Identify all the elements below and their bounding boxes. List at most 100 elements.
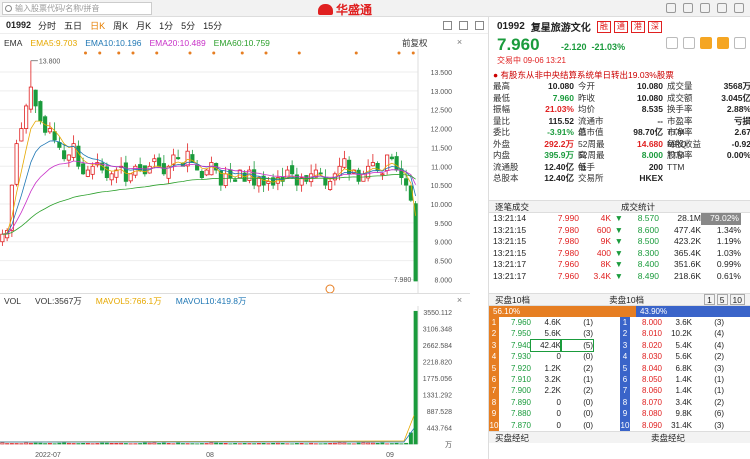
buy-cell: 7 xyxy=(489,385,499,397)
close-indicator-icon[interactable]: × xyxy=(455,38,464,47)
quote-cell: 最高 xyxy=(493,81,511,91)
candle-body xyxy=(81,163,86,175)
sell-level-row: 10 8.090 31.4K (3) xyxy=(620,419,750,431)
volume-bar xyxy=(47,442,52,445)
trade-status: 交易中 09-06 13:21 xyxy=(497,56,566,65)
ema-line xyxy=(2,120,416,235)
buy-levels: 1 7.960 4.6K (1) 2 7.950 5.6K (3) 3 7.940 42.4K (5)… xyxy=(489,317,620,431)
quote-row: 最低 7.960 昨收 10.080 成交额 3.045亿 xyxy=(489,93,750,105)
date-tick: 09 xyxy=(386,452,394,459)
mail-icon[interactable] xyxy=(666,3,676,13)
tick-cell: 8.400 xyxy=(637,259,659,269)
share-icon[interactable] xyxy=(683,37,695,49)
volume-chart[interactable]: 3550.112 3106.348 2662.584 2218.820 1775.056… xyxy=(0,306,488,459)
volume-bar xyxy=(123,443,128,445)
tick-cell: ▼ xyxy=(614,213,623,223)
tab-3[interactable]: 周K xyxy=(113,19,128,32)
quote-cell: 7.960 xyxy=(552,92,574,103)
tick-cell: 400 xyxy=(596,247,611,258)
buy-cell: 10 xyxy=(489,419,499,431)
buy-ratio: 56.10% xyxy=(489,306,636,317)
sell-cell: 8.040 xyxy=(641,363,662,373)
quote-cell: 10.080 xyxy=(548,81,574,91)
level-10-button[interactable]: 10 xyxy=(729,294,745,305)
candlestick-chart[interactable]: 13.500 13.000 12.500 12.000 11.500 11.000 10.5… xyxy=(0,49,470,293)
tab-1[interactable]: 五日 xyxy=(64,19,82,32)
volume-bar xyxy=(280,443,285,445)
tab-ticks[interactable]: 逐笔成交 xyxy=(495,201,529,212)
tab-0[interactable]: 分时 xyxy=(38,19,56,32)
candle-body xyxy=(128,173,133,182)
buy-cell: 7.880 xyxy=(510,409,531,419)
buy-cell: 4 xyxy=(489,351,499,363)
price-tick: 11.000 xyxy=(431,164,452,171)
alert-icon[interactable] xyxy=(666,37,678,49)
tab-6[interactable]: 5分 xyxy=(181,19,195,32)
minimize-icon[interactable] xyxy=(700,3,710,13)
event-icon xyxy=(325,284,335,293)
tick-cell: ▼ xyxy=(614,236,623,246)
buy-cell: (0) xyxy=(583,409,593,419)
settings-icon[interactable] xyxy=(683,3,693,13)
candle-body xyxy=(356,169,361,182)
trade-icon[interactable] xyxy=(700,37,712,49)
event-marker xyxy=(212,51,216,55)
price-change: -2.120 -21.03% xyxy=(561,42,626,52)
event-marker xyxy=(98,51,102,55)
tab-7[interactable]: 15分 xyxy=(203,19,222,32)
buy-level-row: 10 7.870 0 (0) xyxy=(489,419,620,431)
sell-cell: (3) xyxy=(714,420,724,430)
high-label: 13.800 xyxy=(39,59,61,66)
tick-cell: 477.4K xyxy=(674,224,701,235)
layout-icon[interactable] xyxy=(459,20,468,30)
buy-cell: 2.2K xyxy=(544,386,561,396)
tab-2[interactable]: 日K xyxy=(90,19,105,32)
search-input[interactable]: 输入股票代码/名称/拼音 xyxy=(2,2,152,15)
volume-bar xyxy=(109,443,114,445)
vol-label-2: MAVOL5:766.1万 xyxy=(95,295,162,306)
app-logo: 华盛通 xyxy=(318,1,372,17)
candle-body xyxy=(266,180,271,184)
tab-5[interactable]: 1分 xyxy=(159,19,173,32)
volume-bar xyxy=(119,442,124,445)
buy-cell: (2) xyxy=(583,386,593,396)
mavol5-line xyxy=(0,415,415,443)
candle-body xyxy=(318,172,323,175)
buy-cell: 7.940 xyxy=(510,340,531,350)
volume-bar xyxy=(361,442,366,445)
draw-tool-icon[interactable] xyxy=(443,20,452,30)
volume-bar xyxy=(275,442,280,445)
close-icon[interactable] xyxy=(734,3,744,13)
buy-cell: (0) xyxy=(583,420,593,430)
volume-bar xyxy=(28,442,33,445)
volume-bar xyxy=(33,442,38,445)
more-icon[interactable] xyxy=(734,37,746,49)
sell-cell: 8.060 xyxy=(641,386,662,396)
volume-bar xyxy=(223,443,228,445)
event-marker xyxy=(131,51,135,55)
quote-row: 最高 10.080 今开 10.080 成交量 3568万 xyxy=(489,81,750,93)
buy-cell: 7.910 xyxy=(510,374,531,384)
news-ticker[interactable]: ● 有股东从非中央结算系统单日转出19.03%股票 xyxy=(493,69,674,81)
tick-cell: 1.19% xyxy=(716,236,741,246)
maximize-icon[interactable] xyxy=(717,3,727,13)
tick-cell: 8.490 xyxy=(637,270,659,281)
tab-stats[interactable]: 成交统计 xyxy=(621,201,655,212)
quote-cell: 2.88% xyxy=(726,104,750,114)
volume-tick: 3106.348 xyxy=(423,326,452,333)
sell-icon[interactable] xyxy=(717,37,729,49)
adjust-selector[interactable]: 前复权 xyxy=(402,37,428,49)
buy-level-row: 9 7.880 0 (0) xyxy=(489,408,620,420)
volume-bar xyxy=(166,443,171,445)
buy-level-row: 3 7.940 42.4K (5) xyxy=(489,338,620,353)
buy-level-row: 2 7.950 5.6K (3) xyxy=(489,328,620,340)
close-volume-icon[interactable]: × xyxy=(455,296,464,305)
volume-legend: VOL VOL:3567万 MAVOL5:766.1万 MAVOL10:419.8万 xyxy=(0,293,470,306)
tab-4[interactable]: 月K xyxy=(136,19,151,32)
level-5-button[interactable]: 5 xyxy=(716,294,728,305)
sell-level-row: 7 8.060 1.4K (1) xyxy=(620,385,750,397)
fullscreen-icon[interactable] xyxy=(475,20,484,30)
candle-body xyxy=(209,162,214,176)
level-1-button[interactable]: 1 xyxy=(704,294,715,305)
candle-body xyxy=(90,165,95,175)
